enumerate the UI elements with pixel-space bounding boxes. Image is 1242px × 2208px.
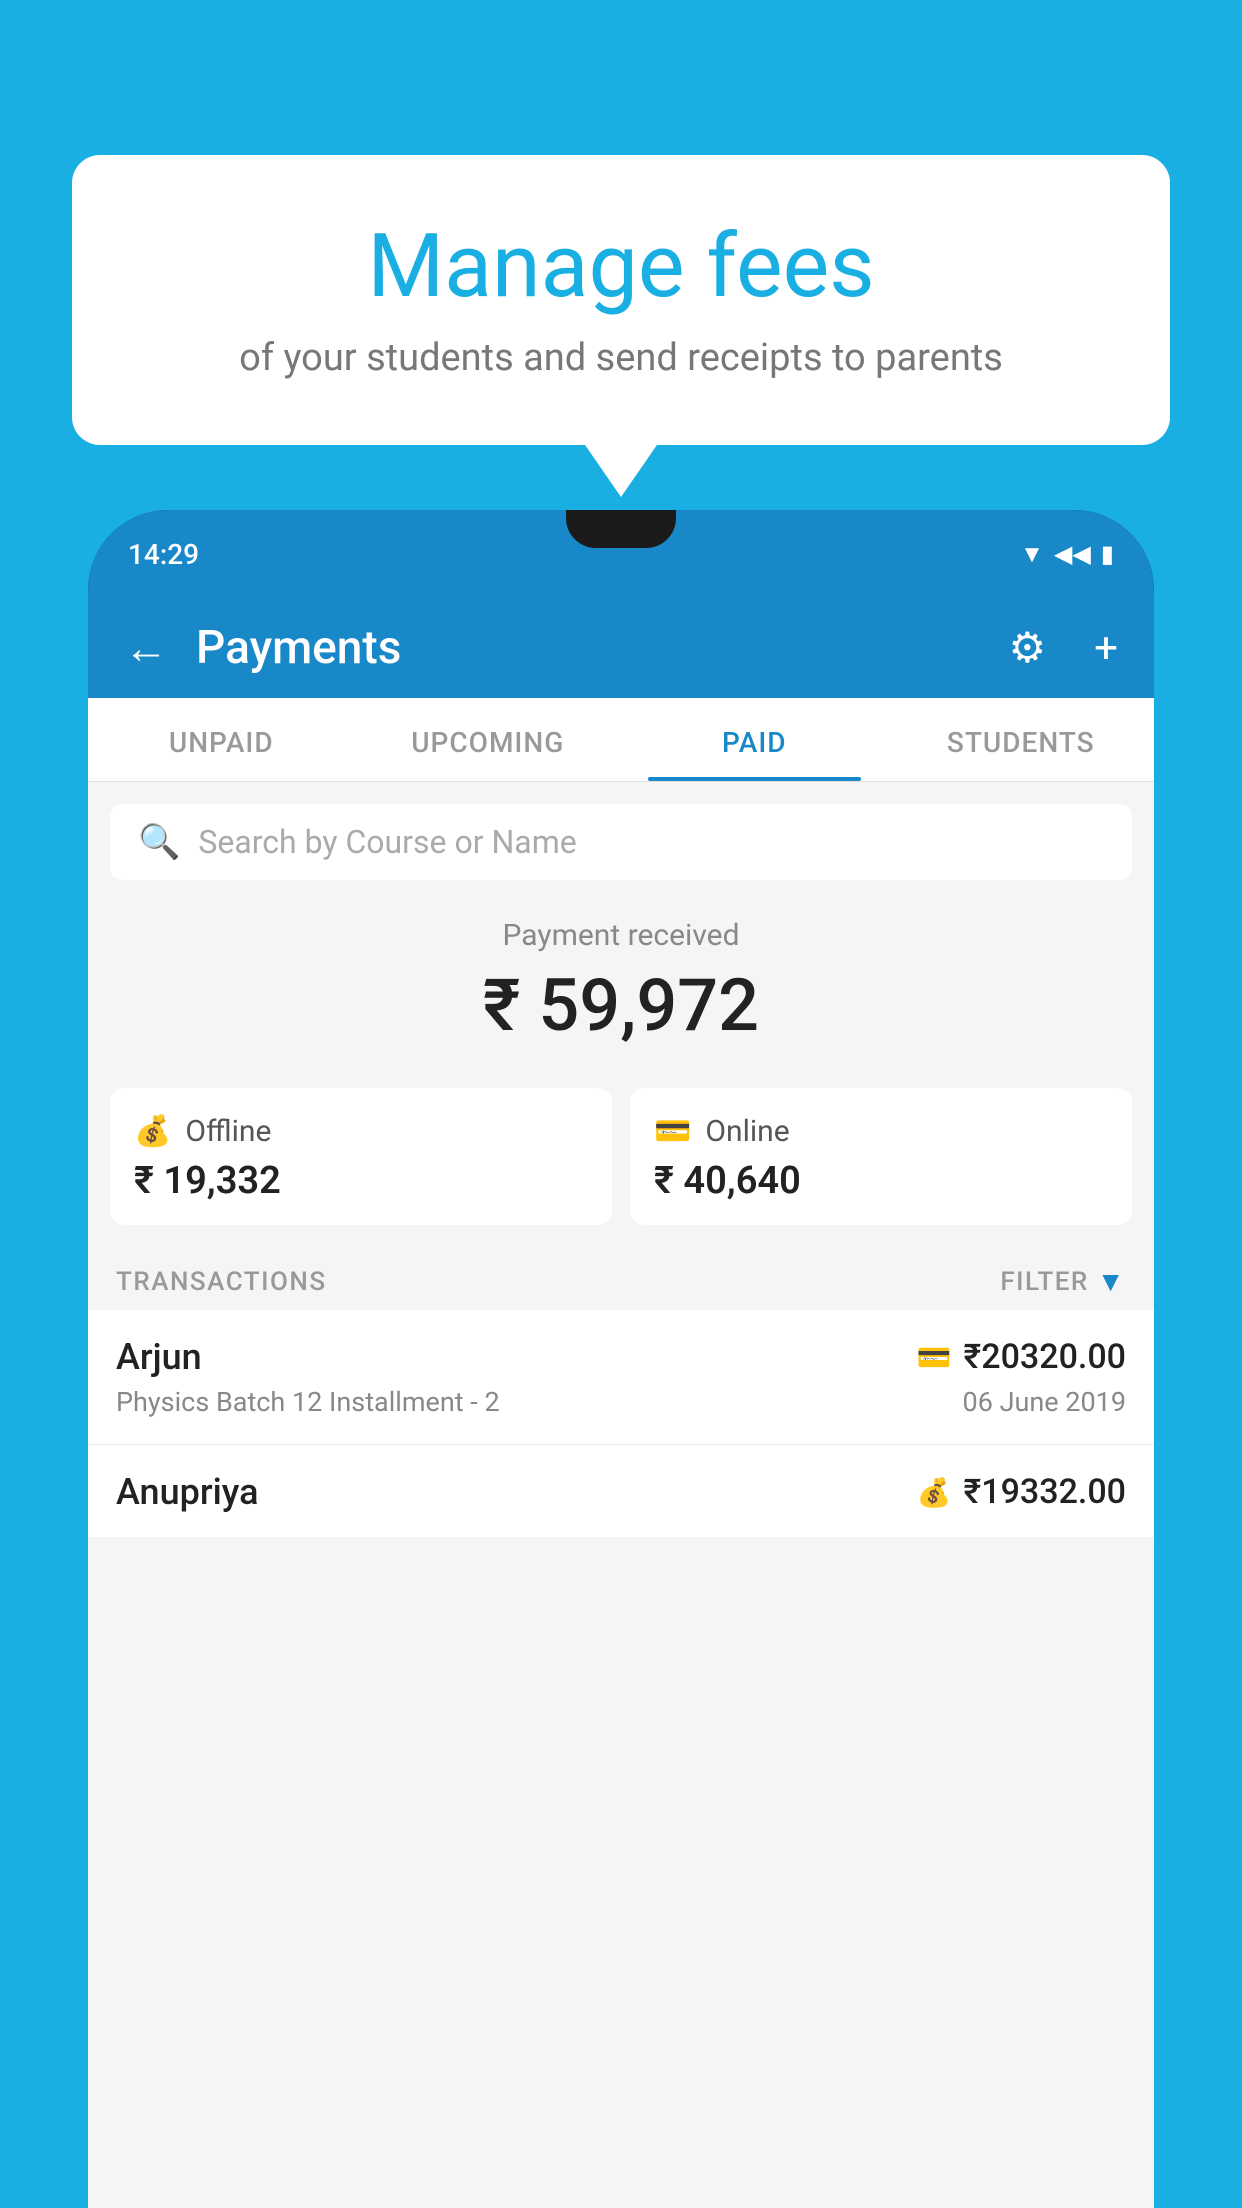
app-header: ← Payments ⚙ + <box>88 598 1154 698</box>
tab-upcoming[interactable]: UPCOMING <box>355 698 622 781</box>
offline-label: Offline <box>185 1114 271 1149</box>
transactions-header: TRANSACTIONS FILTER ▼ <box>88 1247 1154 1310</box>
transaction-amount-wrap: 💳 ₹20320.00 <box>917 1337 1126 1377</box>
transaction-amount: ₹20320.00 <box>964 1337 1126 1377</box>
transaction-name: Anupriya <box>116 1471 259 1513</box>
payment-received-amount: ₹ 59,972 <box>110 963 1132 1048</box>
offline-amount: ₹ 19,332 <box>134 1159 588 1203</box>
search-bar[interactable]: 🔍 Search by Course or Name <box>110 804 1132 880</box>
back-button[interactable]: ← <box>124 626 168 670</box>
transactions-label: TRANSACTIONS <box>116 1267 327 1297</box>
phone-notch <box>566 510 676 548</box>
online-payment-icon: 💳 <box>654 1114 691 1149</box>
tabs-bar: UNPAID UPCOMING PAID STUDENTS <box>88 698 1154 782</box>
speech-bubble: Manage fees of your students and send re… <box>72 155 1170 445</box>
tab-students[interactable]: STUDENTS <box>888 698 1155 781</box>
search-placeholder-text: Search by Course or Name <box>198 823 576 861</box>
transaction-amount-wrap: 💰 ₹19332.00 <box>917 1472 1126 1512</box>
phone-frame: 14:29 ▼ ◀◀ ▮ ← Payments ⚙ + UNPAID UPCOM… <box>88 510 1154 2208</box>
transaction-amount: ₹19332.00 <box>964 1472 1126 1512</box>
transaction-payment-icon: 💰 <box>917 1476 952 1509</box>
online-amount: ₹ 40,640 <box>654 1159 1108 1203</box>
transaction-name: Arjun <box>116 1336 202 1378</box>
transaction-row[interactable]: Anupriya 💰 ₹19332.00 <box>88 1445 1154 1537</box>
offline-card: 💰 Offline ₹ 19,332 <box>110 1088 612 1225</box>
offline-payment-icon: 💰 <box>134 1114 171 1149</box>
speech-bubble-subtext: of your students and send receipts to pa… <box>122 336 1120 380</box>
online-card: 💳 Online ₹ 40,640 <box>630 1088 1132 1225</box>
status-time: 14:29 <box>128 538 199 571</box>
filter-icon: ▼ <box>1097 1265 1126 1298</box>
transaction-payment-icon: 💳 <box>917 1341 952 1374</box>
online-label: Online <box>705 1114 789 1149</box>
speech-bubble-heading: Manage fees <box>122 215 1120 318</box>
battery-icon: ▮ <box>1101 540 1114 568</box>
page-title: Payments <box>196 621 961 675</box>
phone-screen: UNPAID UPCOMING PAID STUDENTS 🔍 Search b… <box>88 698 1154 2208</box>
tab-unpaid[interactable]: UNPAID <box>88 698 355 781</box>
signal-icon: ◀◀ <box>1054 540 1091 568</box>
payment-cards-row: 💰 Offline ₹ 19,332 💳 Online ₹ 40,640 <box>88 1070 1154 1247</box>
status-bar: 14:29 ▼ ◀◀ ▮ <box>88 510 1154 598</box>
filter-button[interactable]: FILTER ▼ <box>1000 1265 1126 1298</box>
add-icon[interactable]: + <box>1094 624 1118 673</box>
wifi-icon: ▼ <box>1020 540 1044 569</box>
status-icons: ▼ ◀◀ ▮ <box>1020 540 1114 569</box>
settings-icon[interactable]: ⚙ <box>1009 623 1047 673</box>
tab-paid[interactable]: PAID <box>621 698 888 781</box>
search-icon: 🔍 <box>138 822 180 862</box>
payment-received-label: Payment received <box>110 918 1132 953</box>
transaction-course: Physics Batch 12 Installment - 2 <box>116 1386 500 1418</box>
transaction-date: 06 June 2019 <box>963 1386 1126 1418</box>
transaction-row[interactable]: Arjun 💳 ₹20320.00 Physics Batch 12 Insta… <box>88 1310 1154 1445</box>
payment-received-section: Payment received ₹ 59,972 <box>88 880 1154 1070</box>
